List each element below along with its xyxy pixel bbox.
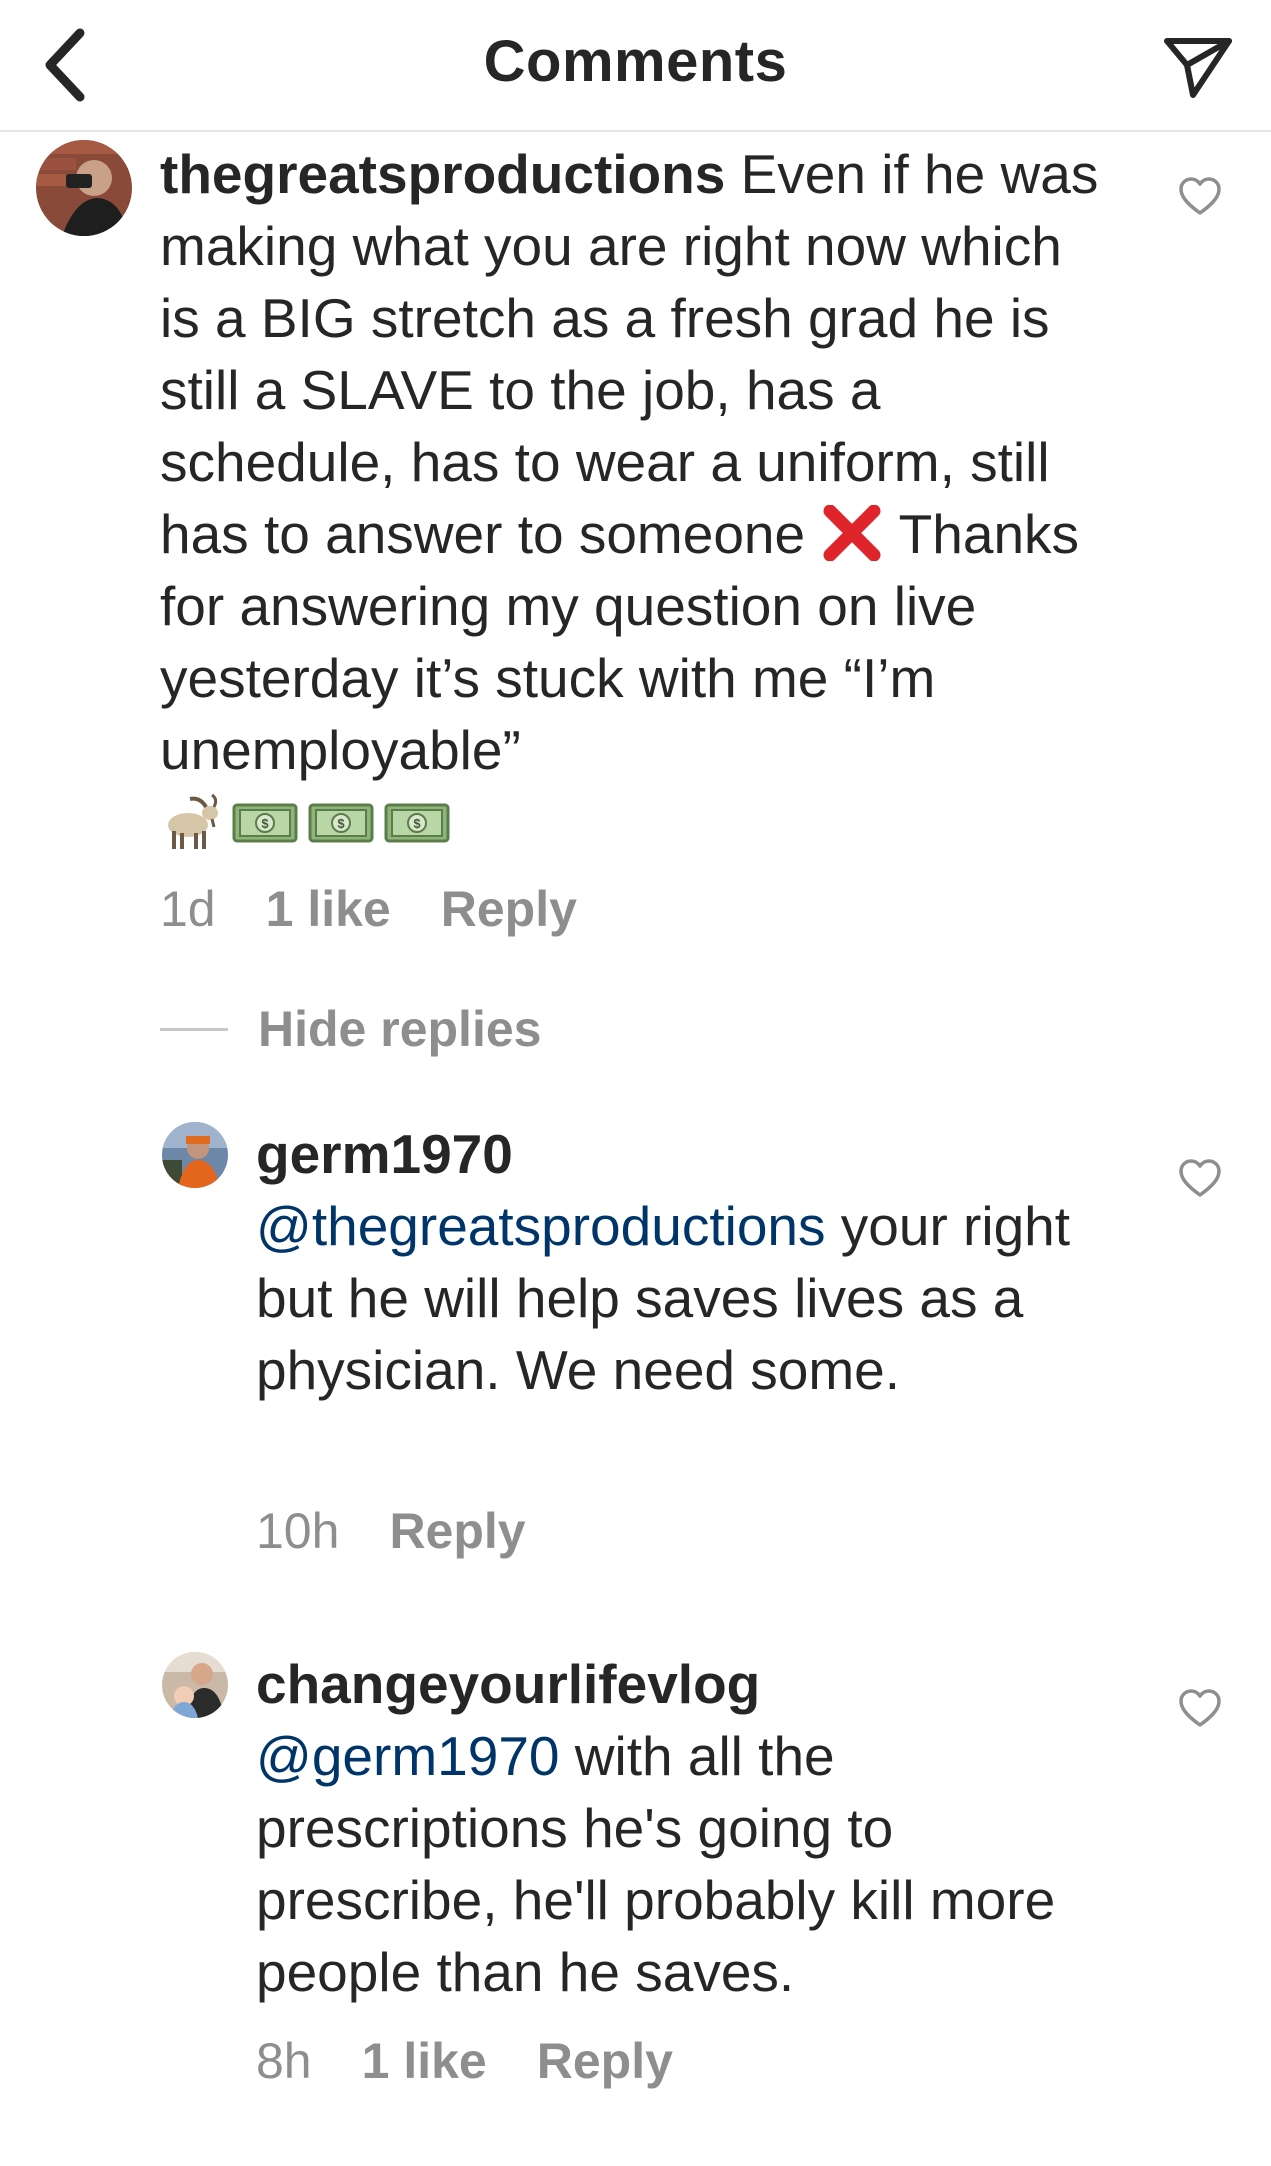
share-button[interactable] [1155, 24, 1241, 110]
hide-replies-label: Hide replies [258, 1001, 542, 1057]
avatar[interactable] [36, 140, 132, 236]
money-emoji-icon: $ [384, 803, 450, 843]
comment-body: thegreatsproductions Even if he was maki… [160, 138, 1110, 858]
reply-meta: 8h 1 like Reply [256, 2032, 673, 2090]
reply-body: germ1970 @thegreatsproductions your righ… [256, 1118, 1116, 1406]
like-heart-icon[interactable] [1178, 1158, 1222, 1198]
svg-text:$: $ [261, 816, 269, 831]
emoji-row: $ $ $ [160, 786, 1110, 858]
reply-username[interactable]: germ1970 [256, 1123, 513, 1185]
like-heart-icon[interactable] [1178, 176, 1222, 216]
reply-button[interactable]: Reply [389, 1502, 525, 1560]
goat-emoji-icon [168, 793, 218, 849]
divider-line [160, 1027, 228, 1031]
page-title: Comments [483, 29, 788, 94]
hide-replies-button[interactable]: Hide replies [160, 1000, 541, 1058]
like-heart-icon[interactable] [1178, 1688, 1222, 1728]
reply-button[interactable]: Reply [441, 880, 577, 938]
comment-meta: 1d 1 like Reply [160, 880, 577, 938]
reply-timestamp: 10h [256, 1503, 340, 1559]
reply-button[interactable]: Reply [537, 2032, 673, 2090]
comment-username[interactable]: thegreatsproductions [160, 143, 725, 205]
money-emoji-icon: $ [232, 803, 298, 843]
svg-text:$: $ [413, 816, 421, 831]
mention-link[interactable]: @thegreatsproductions [256, 1195, 826, 1257]
svg-text:$: $ [337, 816, 345, 831]
money-emoji-icon: $ [308, 803, 374, 843]
likes-count[interactable]: 1 like [266, 880, 391, 938]
comment-timestamp: 1d [160, 881, 216, 937]
likes-count[interactable]: 1 like [362, 2032, 487, 2090]
reply-timestamp: 8h [256, 2033, 312, 2089]
header-bar: Comments [0, 0, 1271, 132]
reply-username[interactable]: changeyourlifevlog [256, 1653, 760, 1715]
cross-mark-emoji-icon [823, 504, 881, 562]
reply-body: changeyourlifevlog @germ1970 with all th… [256, 1648, 1116, 2008]
paper-plane-icon [1164, 38, 1232, 98]
reply-meta: 10h Reply [256, 1502, 526, 1560]
avatar[interactable] [162, 1122, 228, 1188]
mention-link[interactable]: @germ1970 [256, 1725, 560, 1787]
comment-text: Even if he was making what you are right… [160, 143, 1099, 565]
avatar[interactable] [162, 1652, 228, 1718]
